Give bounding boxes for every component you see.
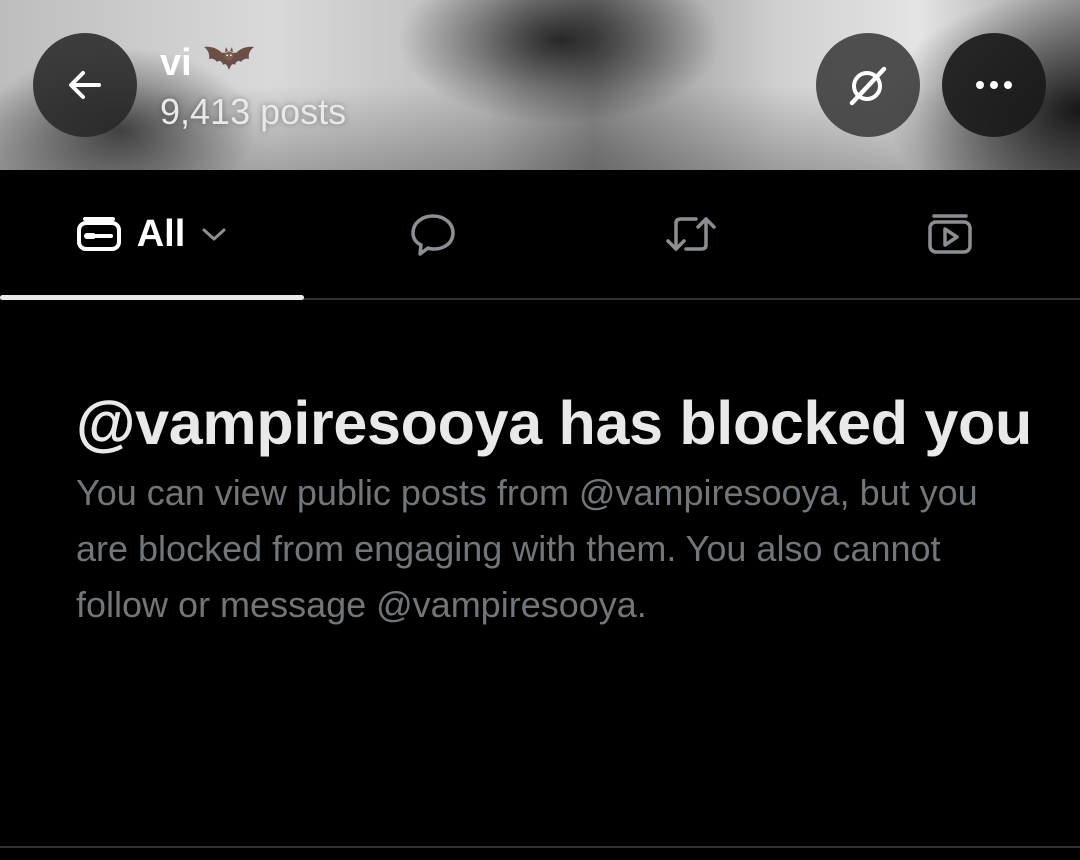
divider [0, 846, 1080, 848]
more-horizontal-icon [976, 81, 1012, 89]
grok-button[interactable] [816, 33, 920, 137]
tab-replies[interactable] [304, 170, 562, 298]
chevron-down-icon[interactable] [199, 224, 229, 244]
profile-tabs: All [0, 170, 1080, 300]
grok-icon [849, 66, 887, 106]
tab-all[interactable]: All [0, 170, 304, 300]
tab-all-label: All [136, 213, 186, 255]
blocked-notice: @vampiresooya has blocked you You can vi… [76, 383, 1036, 633]
profile-screen: vi 9,413 posts All @vampiresooya has blo… [0, 0, 1080, 860]
tab-reposts[interactable] [562, 170, 820, 298]
blocked-title: @vampiresooya has blocked you [76, 389, 1032, 457]
timeline-icon [76, 217, 121, 251]
repost-icon [666, 217, 716, 251]
post-count: 9,413 posts [160, 91, 347, 132]
back-button[interactable] [33, 33, 137, 137]
tab-media[interactable] [820, 170, 1080, 298]
tab-all-content: All [75, 212, 230, 256]
media-play-icon [928, 214, 972, 254]
arrow-left-icon [69, 71, 101, 99]
profile-header-info: vi 9,413 posts [160, 40, 346, 134]
bat-emoji-icon [203, 46, 254, 70]
selected-tab-indicator [0, 295, 304, 300]
profile-name-row: vi [160, 40, 346, 86]
profile-name: vi [160, 42, 192, 84]
reply-bubble-icon [411, 214, 455, 256]
more-options-button[interactable] [942, 33, 1046, 137]
blocked-description: You can view public posts from @vampires… [76, 472, 978, 625]
